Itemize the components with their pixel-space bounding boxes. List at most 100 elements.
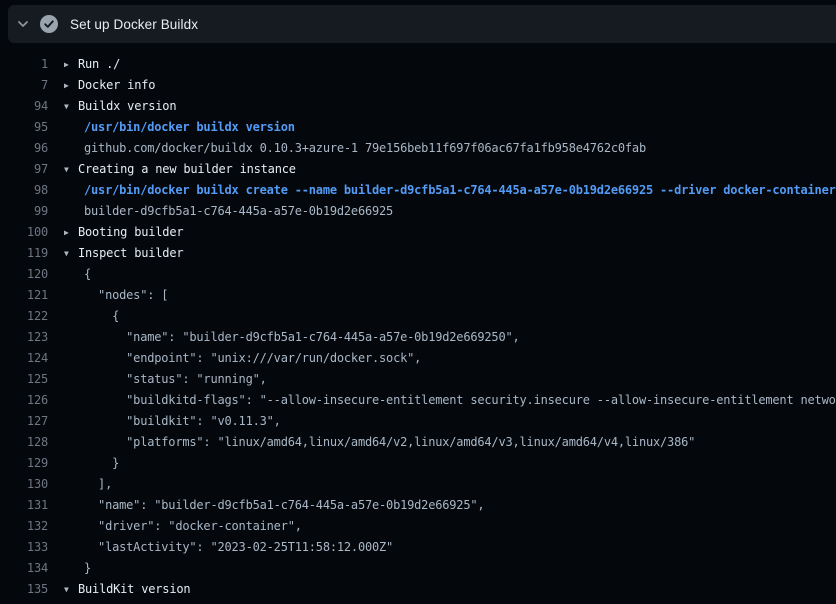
log-line: 98/usr/bin/docker buildx create --name b… xyxy=(0,180,836,201)
line-number[interactable]: 134 xyxy=(0,558,48,579)
log-text: "lastActivity": "2023-02-25T11:58:12.000… xyxy=(84,540,393,554)
line-number[interactable]: 121 xyxy=(0,285,48,306)
log-line: 132 "driver": "docker-container", xyxy=(0,516,836,537)
log-line: 125 "status": "running", xyxy=(0,369,836,390)
log-line: 120 { xyxy=(0,264,836,285)
line-number[interactable]: 129 xyxy=(0,453,48,474)
log-group-header[interactable]: ▶Booting builder xyxy=(64,222,836,243)
log-output-line: { xyxy=(64,264,836,285)
line-number[interactable]: 99 xyxy=(0,201,48,222)
log-line: 136 builder-d9cfb5a1-c764-445a-a57e-0b19d… xyxy=(0,600,836,604)
log-group-header[interactable]: ▶Docker info xyxy=(64,75,836,96)
log-text: "status": "running", xyxy=(84,372,267,386)
log-container: 1▶Run ./7▶Docker info94▼Buildx version95… xyxy=(0,45,836,604)
line-number[interactable]: 126 xyxy=(0,390,48,411)
line-number[interactable]: 128 xyxy=(0,432,48,453)
line-number[interactable]: 122 xyxy=(0,306,48,327)
line-number[interactable]: 132 xyxy=(0,516,48,537)
log-text: "name": "builder-d9cfb5a1-c764-445a-a57e… xyxy=(84,498,484,512)
log-command-line: /usr/bin/docker buildx version xyxy=(64,117,836,138)
chevron-right-icon[interactable]: ▶ xyxy=(64,75,78,96)
log-text: "name": "builder-d9cfb5a1-c764-445a-a57e… xyxy=(84,330,520,344)
line-number[interactable]: 123 xyxy=(0,327,48,348)
chevron-right-icon[interactable]: ▶ xyxy=(64,222,78,243)
log-text: ], xyxy=(84,477,112,491)
log-text: /usr/bin/docker buildx create --name bui… xyxy=(84,183,836,197)
log-output-line: } xyxy=(64,453,836,474)
line-number[interactable]: 120 xyxy=(0,264,48,285)
log-line: 97 ▼Creating a new builder instance xyxy=(0,159,836,180)
log-group-title: Buildx version xyxy=(78,99,176,113)
log-line: 100 ▶Booting builder xyxy=(0,222,836,243)
line-number[interactable]: 131 xyxy=(0,495,48,516)
log-output-line: "name": "builder-d9cfb5a1-c764-445a-a57e… xyxy=(64,495,836,516)
line-number[interactable]: 94 xyxy=(0,96,48,117)
log-output-line: "buildkit": "v0.11.3", xyxy=(64,411,836,432)
log-group-title: Creating a new builder instance xyxy=(78,162,296,176)
log-output-line: ], xyxy=(64,474,836,495)
log-text: /usr/bin/docker buildx version xyxy=(84,120,295,134)
log-group-header[interactable]: ▼Creating a new builder instance xyxy=(64,159,836,180)
chevron-right-icon[interactable]: ▶ xyxy=(64,54,78,75)
line-number[interactable]: 133 xyxy=(0,537,48,558)
line-number[interactable]: 95 xyxy=(0,117,48,138)
log-group-header[interactable]: ▼BuildKit version xyxy=(64,579,836,600)
log-line: 122 { xyxy=(0,306,836,327)
log-line: 119 ▼Inspect builder xyxy=(0,243,836,264)
log-text: "buildkitd-flags": "--allow-insecure-ent… xyxy=(84,393,836,407)
log-group-title: Booting builder xyxy=(78,225,183,239)
line-number[interactable]: 136 xyxy=(0,600,48,604)
log-output-line: "buildkitd-flags": "--allow-insecure-ent… xyxy=(64,390,836,411)
log-group-title: Docker info xyxy=(78,78,155,92)
log-output-line: builder-d9cfb5a1-c764-445a-a57e-0b19d2e6… xyxy=(64,600,836,604)
line-number[interactable]: 119 xyxy=(0,243,48,264)
log-line: 124 "endpoint": "unix:///var/run/docker.… xyxy=(0,348,836,369)
workflow-log-panel: Set up Docker Buildx 1▶Run ./7▶Docker in… xyxy=(0,0,836,604)
log-line: 133 "lastActivity": "2023-02-25T11:58:12… xyxy=(0,537,836,558)
log-line: 96 github.com/docker/buildx 0.10.3+azure-… xyxy=(0,138,836,159)
line-number[interactable]: 97 xyxy=(0,159,48,180)
line-number[interactable]: 100 xyxy=(0,222,48,243)
chevron-down-icon[interactable]: ▼ xyxy=(64,96,78,117)
chevron-down-icon[interactable] xyxy=(8,5,38,43)
line-number[interactable]: 1 xyxy=(0,54,48,75)
log-line: 123 "name": "builder-d9cfb5a1-c764-445a-… xyxy=(0,327,836,348)
log-text: builder-d9cfb5a1-c764-445a-a57e-0b19d2e6… xyxy=(84,204,393,218)
line-number[interactable]: 130 xyxy=(0,474,48,495)
log-group-header[interactable]: ▼Inspect builder xyxy=(64,243,836,264)
log-group-header[interactable]: ▼Buildx version xyxy=(64,96,836,117)
log-command-line: /usr/bin/docker buildx create --name bui… xyxy=(64,180,836,201)
log-text: "buildkit": "v0.11.3", xyxy=(84,414,281,428)
log-text: "endpoint": "unix:///var/run/docker.sock… xyxy=(84,351,421,365)
chevron-down-icon[interactable]: ▼ xyxy=(64,579,78,600)
line-number[interactable]: 124 xyxy=(0,348,48,369)
log-line: 94 ▼Buildx version xyxy=(0,96,836,117)
chevron-down-icon[interactable]: ▼ xyxy=(64,159,78,180)
check-circle-icon xyxy=(40,15,58,33)
line-number[interactable]: 125 xyxy=(0,369,48,390)
log-line: 135 ▼BuildKit version xyxy=(0,579,836,600)
chevron-down-icon[interactable]: ▼ xyxy=(64,243,78,264)
log-group-title: Inspect builder xyxy=(78,246,183,260)
line-number[interactable]: 135 xyxy=(0,579,48,600)
log-group-header[interactable]: ▶Run ./ xyxy=(64,54,836,75)
line-number[interactable]: 96 xyxy=(0,138,48,159)
log-text: { xyxy=(84,267,91,281)
log-output-line: } xyxy=(64,558,836,579)
log-line: 7 ▶Docker info xyxy=(0,75,836,96)
log-line: 99 builder-d9cfb5a1-c764-445a-a57e-0b19d2… xyxy=(0,201,836,222)
log-line: 131 "name": "builder-d9cfb5a1-c764-445a-… xyxy=(0,495,836,516)
log-line: 121 "nodes": [ xyxy=(0,285,836,306)
line-number[interactable]: 7 xyxy=(0,75,48,96)
log-output-line: github.com/docker/buildx 0.10.3+azure-1 … xyxy=(64,138,836,159)
step-header[interactable]: Set up Docker Buildx xyxy=(8,5,836,43)
log-line: 130 ], xyxy=(0,474,836,495)
log-text: } xyxy=(84,561,91,575)
log-output-line: builder-d9cfb5a1-c764-445a-a57e-0b19d2e6… xyxy=(64,201,836,222)
line-number[interactable]: 98 xyxy=(0,180,48,201)
log-line: 129 } xyxy=(0,453,836,474)
log-output-line: "status": "running", xyxy=(64,369,836,390)
log-text: "driver": "docker-container", xyxy=(84,519,302,533)
log-output-line: "lastActivity": "2023-02-25T11:58:12.000… xyxy=(64,537,836,558)
line-number[interactable]: 127 xyxy=(0,411,48,432)
